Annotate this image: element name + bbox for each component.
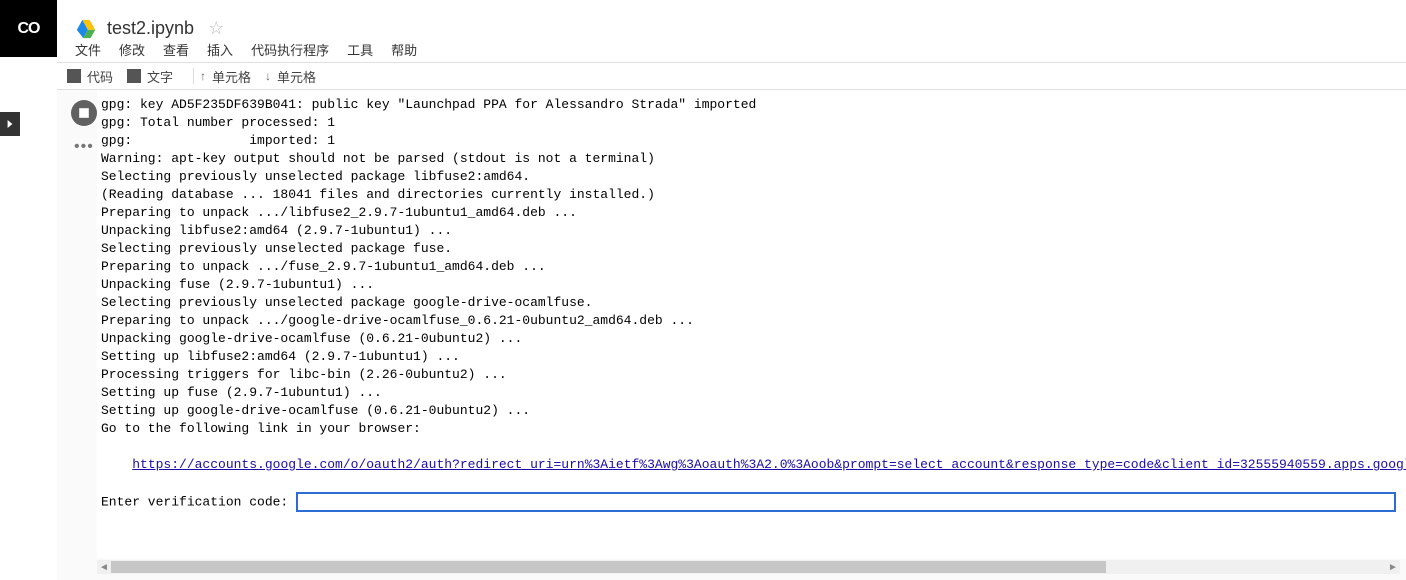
output-line: Setting up fuse (2.9.7-1ubuntu1) ... [101,384,1406,402]
output-line: Unpacking fuse (2.9.7-1ubuntu1) ... [101,276,1406,294]
add-code-button[interactable]: 代码 [67,67,113,86]
scroll-thumb[interactable] [111,561,1106,573]
add-text-label: 文字 [147,67,173,86]
output-line: Unpacking libfuse2:amd64 (2.9.7-1ubuntu1… [101,222,1406,240]
stop-icon [78,107,90,119]
menu-runtime[interactable]: 代码执行程序 [251,40,329,59]
separator [193,68,194,84]
add-code-label: 代码 [87,67,113,86]
run-cell-button[interactable] [71,100,97,126]
expand-sidebar-button[interactable] [0,112,20,136]
output-line: Warning: apt-key output should not be pa… [101,150,1406,168]
plus-icon [127,69,141,83]
plus-icon [67,69,81,83]
arrow-down-icon: ↓ [265,69,271,83]
menu-insert[interactable]: 插入 [207,40,233,59]
left-sidebar: CO [0,0,57,580]
horizontal-scrollbar[interactable]: ◄ ► [97,560,1400,574]
menu-tools[interactable]: 工具 [347,40,373,59]
output-line: gpg: key AD5F235DF639B041: public key "L… [101,96,1406,114]
scroll-left-button[interactable]: ◄ [97,560,111,574]
verification-prompt: Enter verification code: [101,494,296,509]
output-line: Setting up google-drive-ocamlfuse (0.6.2… [101,402,1406,420]
output-line: Selecting previously unselected package … [101,240,1406,258]
output-line [101,474,1406,492]
menu-file[interactable]: 文件 [75,40,101,59]
output-line: Processing triggers for libc-bin (2.26-0… [101,366,1406,384]
verification-prompt-line: Enter verification code: [101,492,1406,512]
output-line: Unpacking google-drive-ocamlfuse (0.6.21… [101,330,1406,348]
add-text-button[interactable]: 文字 [127,67,173,86]
output-line: Preparing to unpack .../libfuse2_2.9.7-1… [101,204,1406,222]
cell-up-button[interactable]: ↑ 单元格 [200,67,251,86]
cell-down-button[interactable]: ↓ 单元格 [265,67,316,86]
cell-up-label: 单元格 [212,67,251,86]
scroll-track[interactable] [111,560,1386,574]
menubar: 文件 修改 查看 插入 代码执行程序 工具 帮助 [75,36,1406,62]
output-line: Selecting previously unselected package … [101,294,1406,312]
oauth-link[interactable]: https://accounts.google.com/o/oauth2/aut… [132,457,1406,472]
menu-view[interactable]: 查看 [163,40,189,59]
notebook-area: ••• gpg: key AD5F235DF639B041: public ke… [57,90,1406,580]
chevron-right-icon [6,120,14,128]
output-line: https://accounts.google.com/o/oauth2/aut… [101,456,1406,474]
output-line [101,438,1406,456]
output-line: Setting up libfuse2:amd64 (2.9.7-1ubuntu… [101,348,1406,366]
output-line: gpg: imported: 1 [101,132,1406,150]
toolbar: 代码 文字 ↑ 单元格 ↓ 单元格 [57,62,1406,90]
cell-more-button[interactable]: ••• [74,138,94,156]
scroll-right-button[interactable]: ► [1386,560,1400,574]
output-line: Go to the following link in your browser… [101,420,1406,438]
cell-output: gpg: key AD5F235DF639B041: public key "L… [97,90,1406,558]
menu-help[interactable]: 帮助 [391,40,417,59]
output-line: Preparing to unpack .../google-drive-oca… [101,312,1406,330]
colab-logo[interactable]: CO [0,0,57,57]
arrow-up-icon: ↑ [200,69,206,83]
output-line: Preparing to unpack .../fuse_2.9.7-1ubun… [101,258,1406,276]
output-line: gpg: Total number processed: 1 [101,114,1406,132]
output-line: Selecting previously unselected package … [101,168,1406,186]
cell-down-label: 单元格 [277,67,316,86]
output-line: (Reading database ... 18041 files and di… [101,186,1406,204]
menu-edit[interactable]: 修改 [119,40,145,59]
colab-logo-text: CO [18,20,40,38]
verification-code-input[interactable] [296,492,1396,512]
